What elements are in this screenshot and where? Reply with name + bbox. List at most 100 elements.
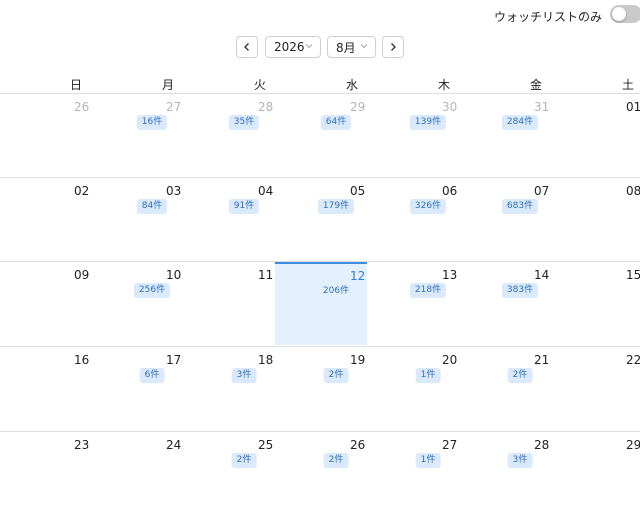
event-count-badge[interactable]: 35件 — [228, 115, 260, 130]
day-number: 31 — [534, 100, 550, 114]
year-select[interactable]: 2026 — [265, 36, 321, 58]
calendar-day-cell[interactable]: 07 683件 — [458, 178, 550, 261]
event-count-badge[interactable]: 3件 — [507, 453, 533, 468]
day-number: 14 — [534, 268, 550, 282]
event-count-badge[interactable]: 64件 — [320, 115, 352, 130]
event-count-badge[interactable]: 206件 — [318, 284, 354, 299]
event-count-badge[interactable]: 2件 — [323, 368, 349, 383]
calendar-day-cell[interactable]: 31 284件 — [458, 94, 550, 177]
day-number: 28 — [258, 100, 274, 114]
event-count-badge[interactable]: 16件 — [136, 115, 168, 130]
chevron-left-icon — [244, 43, 249, 51]
calendar-day-cell[interactable]: 08 — [550, 178, 640, 261]
watchlist-only-label: ウォッチリストのみ — [493, 10, 602, 24]
calendar-day-cell[interactable]: 22 — [550, 347, 640, 430]
toggle-knob — [612, 7, 626, 21]
month-select-value: 8月 — [336, 40, 356, 55]
top-bar: ウォッチリストのみ — [0, 0, 640, 32]
calendar-day-cell[interactable]: 11 — [183, 262, 275, 345]
day-number: 16 — [74, 353, 90, 367]
weekday-label: 土 — [621, 78, 634, 92]
calendar-day-cell[interactable]: 27 1件 — [367, 432, 458, 515]
event-count-badge[interactable]: 139件 — [409, 115, 447, 130]
day-number: 15 — [626, 268, 640, 282]
calendar-day-cell[interactable]: 16 — [0, 347, 92, 430]
prev-month-button[interactable] — [236, 36, 258, 58]
day-number: 23 — [74, 438, 90, 452]
calendar-day-cell[interactable]: 29 64件 — [275, 94, 367, 177]
day-number: 06 — [442, 184, 458, 198]
weekday-label: 日 — [69, 78, 82, 92]
calendar-day-cell[interactable]: 02 — [0, 178, 92, 261]
calendar-day-cell[interactable]: 28 35件 — [183, 94, 275, 177]
calendar-grid: 26 27 16件 28 35件 29 64件 30 139件 31 284件 01 02 03 84件 04… — [0, 93, 640, 470]
calendar-day-cell[interactable]: 06 326件 — [367, 178, 458, 261]
next-month-button[interactable] — [382, 36, 404, 58]
day-number: 28 — [534, 438, 550, 452]
day-number: 03 — [166, 184, 182, 198]
calendar-day-cell[interactable]: 14 383件 — [458, 262, 550, 345]
month-select[interactable]: 8月 — [327, 36, 376, 58]
day-number: 21 — [534, 353, 550, 367]
weekday-label: 金 — [529, 78, 542, 92]
day-number: 08 — [626, 184, 640, 198]
calendar-day-cell[interactable]: 30 139件 — [367, 94, 458, 177]
calendar-day-cell[interactable]: 04 91件 — [183, 178, 275, 261]
calendar-day-cell[interactable]: 21 2件 — [458, 347, 550, 430]
day-number: 29 — [350, 100, 366, 114]
chevron-right-icon — [391, 43, 396, 51]
calendar-day-cell[interactable]: 29 — [550, 432, 640, 515]
day-number: 20 — [442, 353, 458, 367]
event-count-badge[interactable]: 683件 — [501, 199, 539, 214]
day-number: 26 — [350, 438, 366, 452]
calendar-day-cell[interactable]: 12 206件 — [275, 262, 367, 345]
event-count-badge[interactable]: 256件 — [133, 283, 171, 298]
calendar-day-cell[interactable]: 18 3件 — [183, 347, 275, 430]
event-count-badge[interactable]: 383件 — [501, 283, 539, 298]
calendar-day-cell[interactable]: 27 16件 — [92, 94, 183, 177]
calendar-day-cell[interactable]: 25 2件 — [183, 432, 275, 515]
event-count-badge[interactable]: 179件 — [317, 199, 355, 214]
calendar-day-cell[interactable]: 01 — [550, 94, 640, 177]
calendar-day-cell[interactable]: 26 — [0, 94, 92, 177]
day-number: 27 — [442, 438, 458, 452]
day-number: 17 — [166, 353, 182, 367]
calendar-day-cell[interactable]: 26 2件 — [275, 432, 367, 515]
day-number: 04 — [258, 184, 274, 198]
event-count-badge[interactable]: 84件 — [136, 199, 168, 214]
event-count-badge[interactable]: 2件 — [507, 368, 533, 383]
event-count-badge[interactable]: 218件 — [409, 283, 447, 298]
event-count-badge[interactable]: 2件 — [323, 453, 349, 468]
event-count-badge[interactable]: 2件 — [231, 453, 257, 468]
calendar-day-cell[interactable]: 23 — [0, 432, 92, 515]
calendar-day-cell[interactable]: 13 218件 — [367, 262, 458, 345]
calendar-day-cell[interactable]: 09 — [0, 262, 92, 345]
calendar-day-cell[interactable]: 28 3件 — [458, 432, 550, 515]
event-count-badge[interactable]: 326件 — [409, 199, 447, 214]
event-count-badge[interactable]: 1件 — [415, 453, 441, 468]
day-number: 30 — [442, 100, 458, 114]
event-count-badge[interactable]: 284件 — [501, 115, 539, 130]
day-number: 26 — [74, 100, 90, 114]
day-number: 27 — [166, 100, 182, 114]
day-number: 22 — [626, 353, 640, 367]
day-number: 07 — [534, 184, 550, 198]
event-count-badge[interactable]: 1件 — [415, 368, 441, 383]
calendar-day-cell[interactable]: 05 179件 — [275, 178, 367, 261]
calendar-day-cell[interactable]: 24 — [92, 432, 183, 515]
watchlist-only-toggle[interactable] — [610, 5, 640, 23]
calendar-day-cell[interactable]: 03 84件 — [92, 178, 183, 261]
event-count-badge[interactable]: 91件 — [228, 199, 260, 214]
day-number: 24 — [166, 438, 182, 452]
calendar-day-cell[interactable]: 10 256件 — [92, 262, 183, 345]
event-count-badge[interactable]: 3件 — [231, 368, 257, 383]
day-number: 25 — [258, 438, 274, 452]
calendar-day-cell[interactable]: 15 — [550, 262, 640, 345]
month-navigation: 2026 8月 — [0, 36, 640, 62]
event-count-badge[interactable]: 6件 — [139, 368, 165, 383]
calendar-day-cell[interactable]: 17 6件 — [92, 347, 183, 430]
day-number: 10 — [166, 268, 182, 282]
calendar-day-cell[interactable]: 19 2件 — [275, 347, 367, 430]
chevron-down-icon — [360, 44, 368, 49]
calendar-day-cell[interactable]: 20 1件 — [367, 347, 458, 430]
